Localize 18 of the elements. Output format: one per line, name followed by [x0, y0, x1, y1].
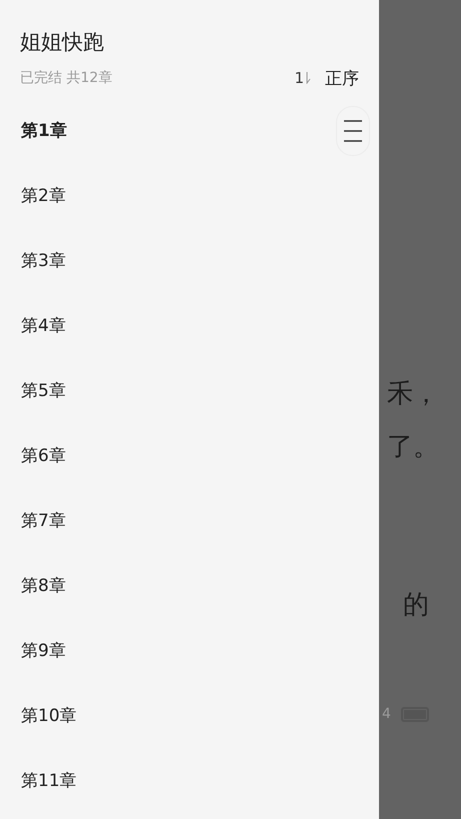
chapter-item[interactable]: 第9章	[0, 619, 66, 684]
chapter-item[interactable]: 第10章	[0, 684, 77, 749]
page-text-line: 的	[402, 589, 430, 622]
page-text-line: 了。	[387, 431, 439, 464]
chapter-item[interactable]: 第4章	[0, 294, 66, 359]
chapter-item[interactable]: 第11章	[0, 749, 77, 814]
page-text-line: 禾，	[387, 378, 439, 411]
book-status: 已完结 共12章	[20, 69, 112, 87]
chapter-item[interactable]: 第1章	[0, 99, 67, 164]
chapter-item[interactable]: 第8章	[0, 554, 66, 619]
chapter-item[interactable]: 第3章	[0, 229, 66, 294]
chapter-item[interactable]: 第2章	[0, 164, 66, 229]
sort-order-button[interactable]: 1 正序	[294, 66, 359, 90]
book-title: 姐姐快跑	[20, 29, 105, 56]
chapter-item[interactable]: 第7章	[0, 489, 66, 554]
scroll-handle-icon[interactable]	[336, 106, 370, 156]
chapter-item[interactable]: 第5章	[0, 359, 66, 424]
chapter-item[interactable]: 第6章	[0, 424, 66, 489]
